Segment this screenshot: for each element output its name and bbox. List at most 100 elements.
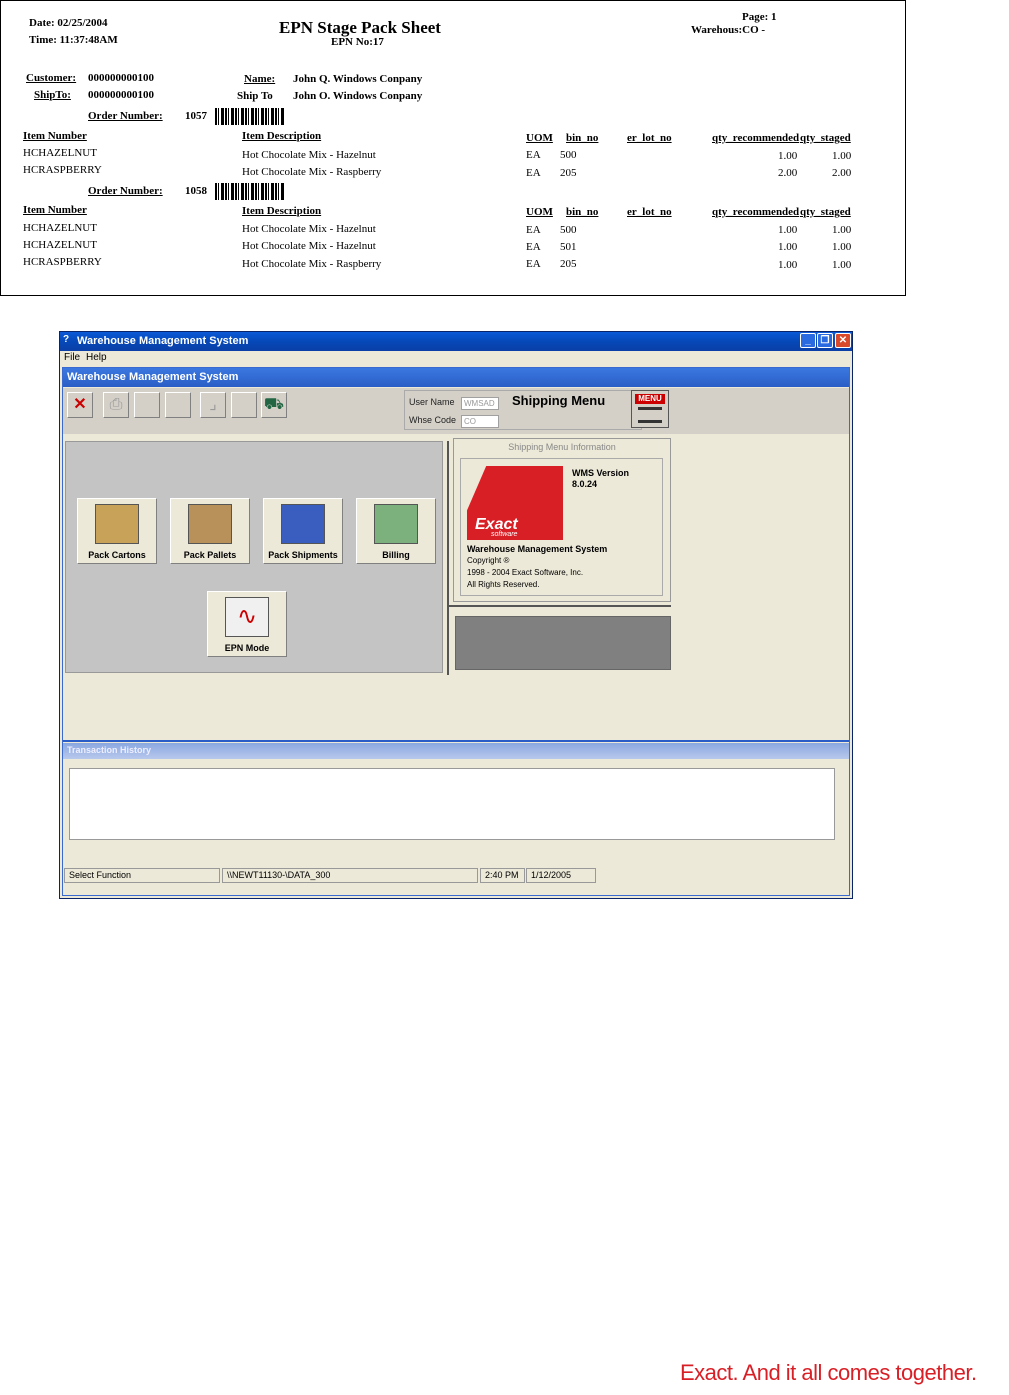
col-qty-staged: qty_staged — [800, 132, 851, 144]
col-item-description: Item Description — [242, 130, 322, 142]
inner-titlebar: Warehouse Management System — [63, 368, 849, 387]
col-lot-no: er_lot_no — [627, 132, 672, 144]
row-qty-staged: 1.00 — [832, 150, 852, 162]
app-icon: ? — [63, 334, 70, 345]
menu-bar: File Help — [60, 351, 852, 366]
col-uom: UOM — [526, 132, 553, 144]
minimize-icon[interactable]: _ — [800, 333, 816, 348]
col-item-description: Item Description — [242, 205, 322, 217]
wms-window: ? Warehouse Management System _ ❐ ✕ File… — [59, 331, 853, 899]
divider — [447, 441, 449, 675]
pulse-chart-icon: ∿ — [225, 597, 269, 637]
row-item: HCHAZELNUT — [23, 147, 97, 159]
pack-cartons-button[interactable]: Pack Cartons — [77, 498, 157, 564]
row-item: HCHAZELNUT — [23, 239, 97, 251]
row-bin: 205 — [560, 167, 577, 179]
product-name: Warehouse Management System — [467, 544, 608, 554]
info-title: Shipping Menu Information — [508, 442, 616, 452]
history-title: Transaction History — [67, 745, 152, 755]
row-qty-staged: 1.00 — [832, 224, 852, 236]
rights: All Rights Reserved. — [467, 580, 540, 589]
logo-subtext: software — [491, 531, 518, 538]
shipto-name-value: John O. Windows Conpany — [293, 90, 423, 102]
divider — [63, 740, 849, 742]
row-uom: EA — [526, 241, 541, 253]
divider — [449, 605, 671, 607]
status-date: 1/12/2005 — [526, 868, 596, 883]
toolbar-button[interactable]: ⌟ — [200, 392, 226, 418]
row-uom: EA — [526, 224, 541, 236]
order-number: 1058 — [185, 185, 207, 197]
menu-icon[interactable]: MENU — [631, 390, 669, 428]
order-number-label: Order Number: — [88, 185, 163, 197]
exit-icon[interactable]: ✕ — [67, 392, 93, 418]
col-bin-no: bin_no — [566, 132, 599, 144]
row-item: HCHAZELNUT — [23, 222, 97, 234]
history-list[interactable] — [69, 768, 835, 840]
menu-file[interactable]: File — [64, 352, 80, 363]
screen-title: Shipping Menu — [512, 393, 606, 408]
whse-code-field[interactable]: CO — [461, 415, 499, 428]
col-item-number: Item Number — [23, 204, 87, 216]
window-title: Warehouse Management System — [77, 335, 249, 347]
col-qty-recommended: qty_recommended — [712, 206, 800, 218]
row-qty-rec: 1.00 — [778, 259, 798, 271]
shipto-label: ShipTo: — [34, 89, 71, 101]
row-desc: Hot Chocolate Mix - Hazelnut — [242, 240, 376, 252]
pack-shipments-label: Pack Shipments — [268, 550, 338, 560]
restore-icon[interactable]: ❐ — [817, 333, 833, 348]
col-uom: UOM — [526, 206, 553, 218]
status-path: \\NEWT11130-\DATA_300 — [222, 868, 478, 883]
row-qty-rec: 1.00 — [778, 150, 798, 162]
row-bin: 501 — [560, 241, 577, 253]
pack-pallets-label: Pack Pallets — [183, 550, 237, 560]
billing-button[interactable]: Billing — [356, 498, 436, 564]
toolbar-button[interactable] — [231, 392, 257, 418]
menu-lines-icon — [638, 407, 662, 423]
toolbar-button[interactable] — [165, 392, 191, 418]
conveyor-icon[interactable]: ⛟ — [261, 392, 287, 418]
sheet-page: Page: 1 — [742, 11, 777, 23]
pack-cartons-label: Pack Cartons — [88, 550, 146, 560]
row-qty-rec: 2.00 — [778, 167, 798, 179]
footer-tagline: Exact. And it all comes together. — [680, 1360, 977, 1385]
shipto-value: 000000000100 — [88, 89, 154, 101]
print-icon[interactable]: ⎙ — [103, 392, 129, 418]
message-panel — [455, 616, 671, 670]
col-bin-no: bin_no — [566, 206, 599, 218]
customer-value: 000000000100 — [88, 72, 154, 84]
row-uom: EA — [526, 149, 541, 161]
row-uom: EA — [526, 258, 541, 270]
row-desc: Hot Chocolate Mix - Raspberry — [242, 166, 382, 178]
epn-mode-button[interactable]: ∿ EPN Mode — [207, 591, 287, 657]
window-titlebar[interactable]: ? Warehouse Management System _ ❐ ✕ — [60, 332, 852, 351]
row-qty-staged: 1.00 — [832, 259, 852, 271]
close-icon[interactable]: ✕ — [835, 333, 851, 348]
billing-icon — [374, 504, 418, 544]
row-qty-rec: 1.00 — [778, 224, 798, 236]
customer-label: Customer: — [26, 72, 77, 84]
shipto-name-label: Ship To — [237, 90, 273, 102]
toolbar-button[interactable] — [134, 392, 160, 418]
row-desc: Hot Chocolate Mix - Raspberry — [242, 258, 382, 270]
truck-icon — [281, 504, 325, 544]
order-number: 1057 — [185, 110, 207, 122]
copyright: Copyright ® — [467, 556, 510, 565]
copyright-years: 1998 - 2004 Exact Software, Inc. — [467, 568, 584, 577]
row-qty-staged: 1.00 — [832, 241, 852, 253]
inner-title: Warehouse Management System — [67, 371, 239, 383]
pack-shipments-button[interactable]: Pack Shipments — [263, 498, 343, 564]
user-name-field[interactable]: WMSAD — [461, 397, 499, 410]
version-label: WMS Version — [572, 468, 630, 478]
order-number-label: Order Number: — [88, 110, 163, 122]
row-bin: 500 — [560, 224, 577, 236]
row-desc: Hot Chocolate Mix - Hazelnut — [242, 223, 376, 235]
box-icon — [95, 504, 139, 544]
sheet-title: EPN Stage Pack Sheet — [279, 18, 441, 37]
pack-pallets-button[interactable]: Pack Pallets — [170, 498, 250, 564]
row-uom: EA — [526, 167, 541, 179]
col-qty-staged: qty_staged — [800, 206, 851, 218]
menu-help[interactable]: Help — [86, 352, 107, 363]
status-function: Select Function — [64, 868, 220, 883]
col-lot-no: er_lot_no — [627, 206, 672, 218]
